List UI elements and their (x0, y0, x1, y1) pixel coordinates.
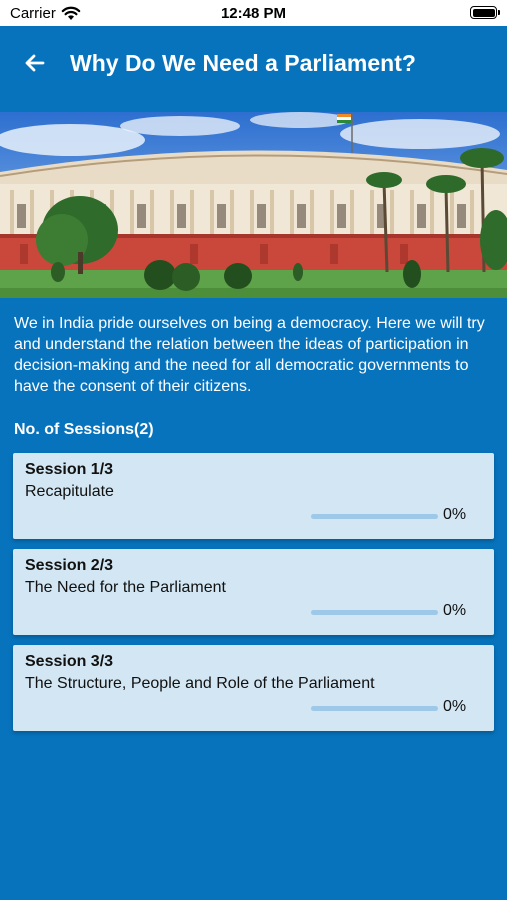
session-progress-bar (311, 610, 438, 615)
sessions-count-heading: No. of Sessions(2) (14, 421, 154, 438)
clock: 12:48 PM (220, 5, 287, 22)
intro-description: We in India pride ourselves on being a d… (14, 315, 485, 395)
arrow-left-icon (25, 54, 45, 72)
session-subtitle: The Structure, People and Role of the Pa… (25, 675, 375, 692)
session-subtitle: Recapitulate (25, 483, 114, 500)
battery-icon (470, 6, 500, 19)
session-title: Session 3/3 (25, 653, 114, 670)
page-title: Why Do We Need a Parliament? (70, 50, 416, 76)
status-bar: Carrier 12:48 PM (0, 0, 507, 26)
session-progress-label: 0% (443, 506, 467, 523)
back-button[interactable] (20, 48, 50, 78)
session-title: Session 2/3 (25, 557, 114, 574)
session-subtitle: The Need for the Parliament (25, 579, 226, 596)
session-card-1[interactable]: Session 1/3 Recapitulate 0% (13, 453, 494, 539)
nav-bar: Why Do We Need a Parliament? (0, 26, 507, 98)
session-card-2[interactable]: Session 2/3 The Need for the Parliament … (13, 549, 494, 635)
session-title: Session 1/3 (25, 461, 114, 478)
session-progress-label: 0% (443, 602, 467, 619)
session-progress-bar (311, 706, 438, 711)
session-card-3[interactable]: Session 3/3 The Structure, People and Ro… (13, 645, 494, 731)
parliament-hero-image (0, 112, 507, 298)
session-progress-label: 0% (443, 698, 467, 715)
session-progress-bar (311, 514, 438, 519)
